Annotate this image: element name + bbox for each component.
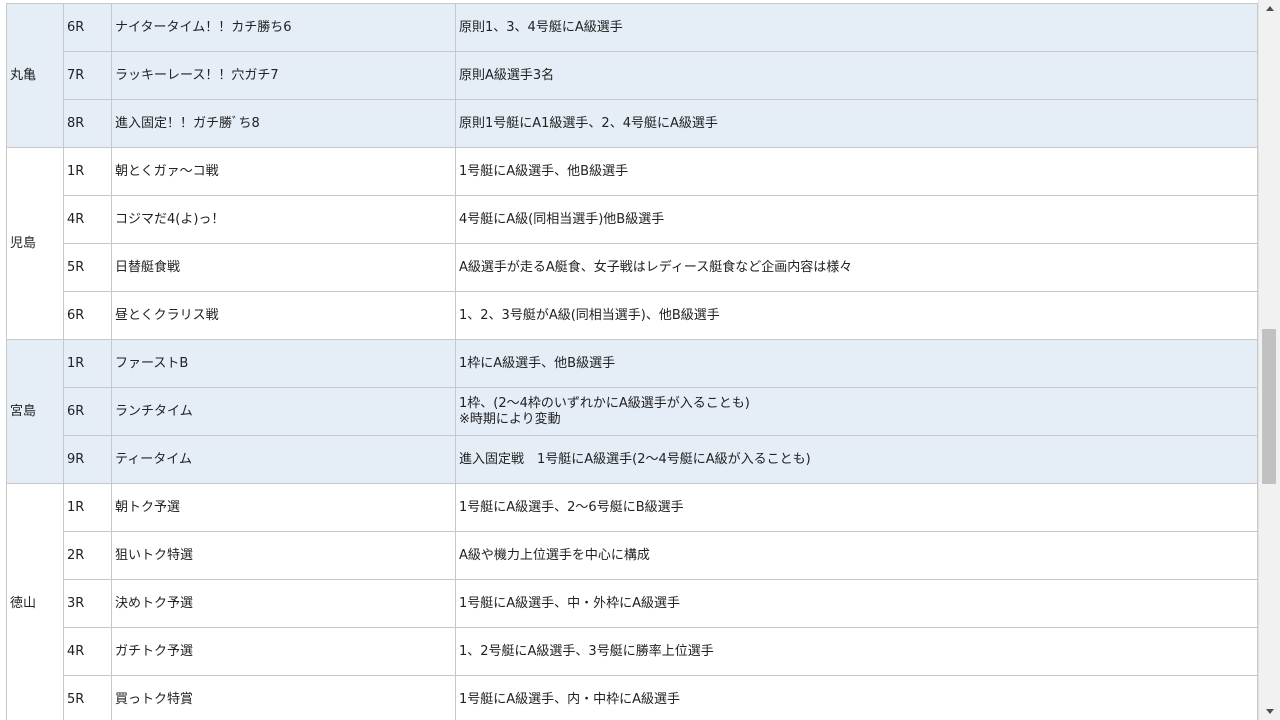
race-description-note: ※時期により変動 [459, 411, 561, 427]
scrollbar-thumb[interactable] [1262, 329, 1276, 484]
table-row: 7R ラッキーレース！！穴ガチ7 原則A級選手3名 [7, 51, 1258, 100]
race-name-cell: 決めトク予選 [111, 579, 456, 628]
arrow-down-icon [1265, 709, 1274, 714]
arrow-up-icon [1265, 6, 1274, 11]
race-name-cell: ランチタイム [111, 387, 456, 436]
race-name-cell: ガチトク予選 [111, 627, 456, 676]
venue-cell: 児島 [6, 147, 64, 340]
table-row: 丸亀 6R ナイタータイム！！カチ勝ち6 原則1、3、4号艇にA級選手 [6, 3, 1258, 148]
race-description-cell: 原則1号艇にA1級選手、2、4号艇にA級選手 [455, 99, 1258, 148]
race-description-cell: 1号艇にA級選手、内・中枠にA級選手 [455, 675, 1258, 720]
venue-group: 児島 1R 朝とくガァ～コ戦 1号艇にA級選手、他B級選手 4R コジマだ4(よ)っ！ 4号… [6, 147, 1258, 340]
race-name-cell: 買っトク特賞 [111, 675, 456, 720]
venue-cell: 丸亀 [6, 3, 64, 148]
race-name-cell: 狙いトク特選 [111, 531, 456, 580]
race-number-cell: 1R [63, 483, 112, 532]
venue-cell: 宮島 [6, 339, 64, 484]
race-description-cell: 4号艇にA級(同相当選手)他B級選手 [455, 195, 1258, 244]
race-number-cell: 5R [63, 243, 112, 292]
race-description-text: 1枠、(2～4枠のいずれかにA級選手が入ることも) [459, 395, 750, 411]
race-number-cell: 4R [63, 195, 112, 244]
race-number-cell: 5R [63, 675, 112, 720]
race-description-cell: 原則A級選手3名 [455, 51, 1258, 100]
race-description-cell: 1号艇にA級選手、2～6号艇にB級選手 [455, 483, 1258, 532]
race-description-cell: A級選手が走るA艇食、女子戦はレディース艇食など企画内容は様々 [455, 243, 1258, 292]
table-row: 9R ティータイム 進入固定戦 1号艇にA級選手(2～4号艇にA級が入ることも) [7, 435, 1258, 484]
table-row: 4R ガチトク予選 1、2号艇にA級選手、3号艇に勝率上位選手 [7, 627, 1258, 676]
table-row: 5R 買っトク特賞 1号艇にA級選手、内・中枠にA級選手 [7, 675, 1258, 720]
table-row: 児島 1R 朝とくガァ～コ戦 1号艇にA級選手、他B級選手 [6, 147, 1258, 340]
table-row: 宮島 1R ファーストB 1枠にA級選手、他B級選手 [6, 339, 1258, 484]
page-viewport: 丸亀 6R ナイタータイム！！カチ勝ち6 原則1、3、4号艇にA級選手 7R ラッキーレー… [0, 0, 1258, 720]
vertical-scrollbar[interactable] [1258, 0, 1280, 720]
race-number-cell: 1R [63, 147, 112, 196]
race-number-cell: 7R [63, 51, 112, 100]
special-race-table: 丸亀 6R ナイタータイム！！カチ勝ち6 原則1、3、4号艇にA級選手 7R ラッキーレー… [6, 3, 1258, 720]
race-name-cell: コジマだ4(よ)っ！ [111, 195, 456, 244]
race-description-cell: 1枠、(2～4枠のいずれかにA級選手が入ることも) ※時期により変動 [455, 387, 1258, 436]
race-name-cell: 朝とくガァ～コ戦 [111, 147, 456, 196]
race-number-cell: 4R [63, 627, 112, 676]
race-description-cell: 1、2、3号艇がA級(同相当選手)、他B級選手 [455, 291, 1258, 340]
race-name-cell: ファーストB [111, 339, 456, 388]
race-description-cell: 1、2号艇にA級選手、3号艇に勝率上位選手 [455, 627, 1258, 676]
table-row: 6R 昼とくクラリス戦 1、2、3号艇がA級(同相当選手)、他B級選手 [7, 291, 1258, 340]
table-row: 5R 日替艇食戦 A級選手が走るA艇食、女子戦はレディース艇食など企画内容は様々 [7, 243, 1258, 292]
table-row: 3R 決めトク予選 1号艇にA級選手、中・外枠にA級選手 [7, 579, 1258, 628]
race-description-cell: A級や機力上位選手を中心に構成 [455, 531, 1258, 580]
race-name-cell: ナイタータイム！！カチ勝ち6 [111, 3, 456, 52]
race-description-cell: 原則1、3、4号艇にA級選手 [455, 3, 1258, 52]
venue-group: 徳山 1R 朝トク予選 1号艇にA級選手、2～6号艇にB級選手 2R 狙いトク特選 A級や機… [6, 483, 1258, 720]
race-description-cell: 1号艇にA級選手、中・外枠にA級選手 [455, 579, 1258, 628]
table-row: 8R 進入固定！！ガチ勝ﾞち8 原則1号艇にA1級選手、2、4号艇にA級選手 [7, 99, 1258, 148]
table-row: 2R 狙いトク特選 A級や機力上位選手を中心に構成 [7, 531, 1258, 580]
table-row: 4R コジマだ4(よ)っ！ 4号艇にA級(同相当選手)他B級選手 [7, 195, 1258, 244]
race-name-cell: 朝トク予選 [111, 483, 456, 532]
race-number-cell: 6R [63, 387, 112, 436]
venue-group: 丸亀 6R ナイタータイム！！カチ勝ち6 原則1、3、4号艇にA級選手 7R ラッキーレー… [6, 3, 1258, 148]
race-number-cell: 8R [63, 99, 112, 148]
table-row: 6R ランチタイム 1枠、(2～4枠のいずれかにA級選手が入ることも) ※時期により変… [7, 387, 1258, 436]
race-description-cell: 1枠にA級選手、他B級選手 [455, 339, 1258, 388]
table-row: 徳山 1R 朝トク予選 1号艇にA級選手、2～6号艇にB級選手 [6, 483, 1258, 720]
scroll-up-button[interactable] [1259, 0, 1280, 17]
race-number-cell: 3R [63, 579, 112, 628]
scroll-down-button[interactable] [1259, 703, 1280, 720]
race-number-cell: 1R [63, 339, 112, 388]
race-name-cell: 昼とくクラリス戦 [111, 291, 456, 340]
venue-cell: 徳山 [6, 483, 64, 720]
race-description-cell: 1号艇にA級選手、他B級選手 [455, 147, 1258, 196]
venue-group: 宮島 1R ファーストB 1枠にA級選手、他B級選手 6R ランチタイム 1枠、(2～4枠の… [6, 339, 1258, 484]
race-number-cell: 6R [63, 291, 112, 340]
race-description-cell: 進入固定戦 1号艇にA級選手(2～4号艇にA級が入ることも) [455, 435, 1258, 484]
race-number-cell: 6R [63, 3, 112, 52]
race-name-cell: 進入固定！！ガチ勝ﾞち8 [111, 99, 456, 148]
race-name-cell: ラッキーレース！！穴ガチ7 [111, 51, 456, 100]
race-number-cell: 2R [63, 531, 112, 580]
race-name-cell: 日替艇食戦 [111, 243, 456, 292]
race-number-cell: 9R [63, 435, 112, 484]
race-name-cell: ティータイム [111, 435, 456, 484]
